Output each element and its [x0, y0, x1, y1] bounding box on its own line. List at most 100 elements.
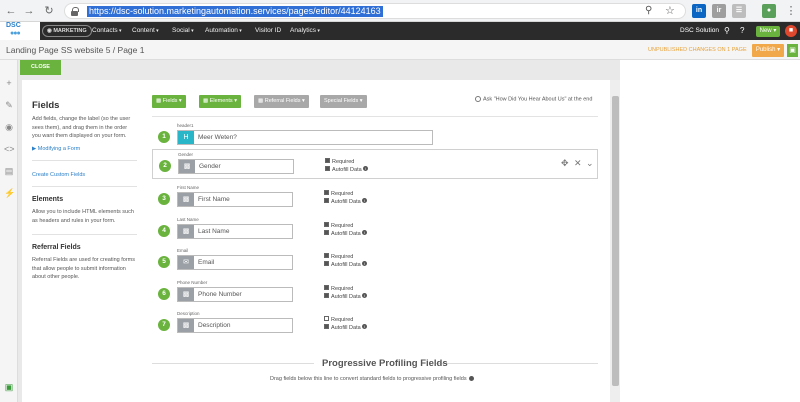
field-row-7[interactable]: 7 Description ▩ Description Required Auto… — [152, 309, 598, 339]
field-row-3[interactable]: 3 First Name ▩ First Name Required Autofi… — [152, 183, 598, 213]
required-checkbox[interactable]: Required — [324, 316, 353, 323]
back-arrow-icon[interactable]: ← — [4, 4, 18, 18]
divider — [32, 160, 137, 161]
checkbox-checked-icon[interactable] — [324, 293, 329, 299]
profile-extension-icon[interactable]: ● — [762, 4, 776, 18]
account-name[interactable]: DSC Solution — [680, 27, 719, 34]
autofill-label: Autofill Data — [331, 325, 361, 331]
autofill-checkbox[interactable]: Autofill Data i — [324, 261, 367, 268]
add-icon[interactable]: + — [4, 78, 14, 88]
address-bar[interactable]: https://dsc-solution.marketingautomation… — [64, 3, 686, 19]
field-row-1[interactable]: 1 header1 H Meer Weten? — [152, 121, 598, 151]
menu-content[interactable]: Content — [132, 27, 159, 34]
field-input[interactable]: ✉ Email — [177, 255, 293, 270]
info-icon[interactable]: i — [361, 230, 367, 236]
required-checkbox[interactable]: Required — [324, 253, 353, 260]
autofill-checkbox[interactable]: Autofill Data i — [324, 293, 367, 300]
field-input[interactable]: ▩ Phone Number — [177, 287, 293, 302]
checkbox-checked-icon[interactable] — [324, 285, 329, 291]
forward-arrow-icon[interactable]: → — [22, 4, 36, 18]
fields-heading: Fields — [32, 100, 60, 111]
autofill-checkbox[interactable]: Autofill Data i — [324, 198, 367, 205]
delete-icon[interactable]: ✕ — [574, 158, 582, 168]
new-button[interactable]: New ▾ — [756, 26, 780, 37]
checkbox-checked-icon[interactable] — [325, 158, 330, 164]
save-icon[interactable]: ▣ — [4, 382, 14, 392]
move-icon[interactable]: ✥ — [561, 158, 569, 168]
menu-social[interactable]: Social — [172, 27, 194, 34]
menu-automation[interactable]: Automation — [205, 27, 242, 34]
elements-help-text: Allow you to include HTML elements such … — [32, 209, 134, 224]
radio-icon[interactable] — [475, 96, 481, 102]
lightning-icon[interactable]: ⚡ — [4, 188, 15, 198]
autofill-checkbox[interactable]: Autofill Data i — [325, 166, 368, 173]
extension-icon[interactable]: ir — [712, 4, 726, 18]
code-icon[interactable]: <> — [4, 144, 15, 154]
extension-icon-2[interactable]: ☰ — [732, 4, 746, 18]
field-input[interactable]: ▩ Description — [177, 318, 293, 333]
referral-fields-dropdown-button[interactable]: ▩ Referral Fields ▾ — [254, 95, 309, 108]
menu-visitor-id[interactable]: Visitor ID — [255, 27, 281, 34]
info-icon[interactable]: i — [361, 198, 367, 204]
close-button[interactable]: CLOSE — [20, 60, 61, 75]
elements-dropdown-button[interactable]: ▩ Elements ▾ — [199, 95, 241, 108]
scrollbar-thumb[interactable] — [612, 96, 619, 386]
checkbox-unchecked-icon[interactable] — [324, 316, 329, 322]
marketing-badge[interactable]: ◉ MARKETING — [42, 25, 92, 37]
special-fields-dropdown-button[interactable]: Special Fields ▾ — [320, 95, 367, 108]
menu-analytics[interactable]: Analytics — [290, 27, 320, 34]
app-logo[interactable]: DSC ●●● — [0, 22, 40, 40]
autofill-checkbox[interactable]: Autofill Data i — [324, 324, 367, 331]
calendar-icon[interactable]: ■ — [785, 25, 797, 37]
create-custom-fields-link[interactable]: Create Custom Fields — [32, 172, 85, 178]
publish-button[interactable]: Publish ▾ — [752, 44, 784, 57]
reload-icon[interactable]: ↻ — [42, 4, 56, 18]
required-checkbox[interactable]: Required — [324, 285, 353, 292]
autofill-checkbox[interactable]: Autofill Data i — [324, 230, 367, 237]
eye-icon[interactable]: ◉ — [4, 122, 14, 132]
info-icon[interactable]: i — [361, 261, 367, 267]
document-icon[interactable]: ▤ — [4, 166, 14, 176]
info-icon[interactable]: i — [361, 324, 367, 330]
field-row-6[interactable]: 6 Phone Number ▩ Phone Number Required Au… — [152, 278, 598, 308]
field-value: Gender — [199, 163, 221, 170]
menu-contacts[interactable]: Contacts — [92, 27, 122, 34]
checkbox-checked-icon[interactable] — [324, 261, 329, 267]
checkbox-checked-icon[interactable] — [324, 324, 329, 330]
autofill-label: Autofill Data — [331, 294, 361, 300]
checkbox-checked-icon[interactable] — [324, 198, 329, 204]
checkbox-checked-icon[interactable] — [324, 222, 329, 228]
help-icon[interactable]: ? — [740, 26, 744, 35]
preview-icon[interactable]: ▣ — [787, 44, 798, 57]
field-row-5[interactable]: 5 Email ✉ Email Required Autofill Data i — [152, 246, 598, 276]
required-checkbox[interactable]: Required — [324, 190, 353, 197]
preview-area — [620, 60, 800, 402]
linkedin-extension-icon[interactable]: in — [692, 4, 706, 18]
checkbox-checked-icon[interactable] — [324, 230, 329, 236]
modifying-form-link[interactable]: ▶ Modifying a Form — [32, 146, 80, 152]
info-icon[interactable]: i — [362, 166, 368, 172]
url-text[interactable]: https://dsc-solution.marketingautomation… — [87, 6, 383, 17]
search-icon[interactable]: ⚲ — [724, 26, 730, 35]
field-row-4[interactable]: 4 Last Name ▩ Last Name Required Autofill… — [152, 215, 598, 245]
checkbox-checked-icon[interactable] — [325, 166, 330, 172]
field-input[interactable]: H Meer Weten? — [177, 130, 433, 145]
ask-how-heard-toggle[interactable]: Ask "How Did You Hear About Us" at the e… — [475, 96, 592, 102]
browser-menu-icon[interactable]: ⋮ — [784, 4, 798, 18]
info-icon[interactable] — [468, 376, 474, 382]
zoom-icon[interactable]: ⚲ — [645, 5, 652, 16]
required-checkbox[interactable]: Required — [325, 158, 354, 165]
pencil-icon[interactable]: ✎ — [4, 100, 14, 110]
field-input[interactable]: ▩ Last Name — [177, 224, 293, 239]
field-input[interactable]: ▩ Gender — [178, 159, 294, 174]
field-row-2[interactable]: 2 Gender ▩ Gender Required Autofill Data i… — [152, 149, 598, 179]
info-icon[interactable]: i — [361, 293, 367, 299]
fields-dropdown-button[interactable]: ▩ Fields ▾ — [152, 95, 186, 108]
checkbox-checked-icon[interactable] — [324, 253, 329, 259]
field-type-icon: ▩ — [178, 225, 194, 238]
required-checkbox[interactable]: Required — [324, 222, 353, 229]
bookmark-star-icon[interactable]: ☆ — [665, 4, 675, 17]
checkbox-checked-icon[interactable] — [324, 190, 329, 196]
chevron-down-icon[interactable]: ⌄ — [586, 158, 594, 168]
field-input[interactable]: ▩ First Name — [177, 192, 293, 207]
